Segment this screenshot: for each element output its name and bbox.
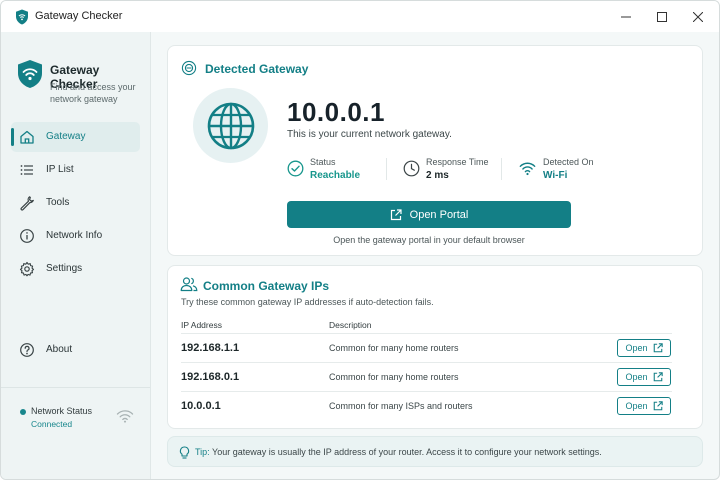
sidebar-item-network-info[interactable]: Network Info	[11, 221, 140, 251]
open-label: Open	[625, 343, 648, 353]
divider	[181, 391, 672, 392]
stat-label-status: Status	[310, 157, 336, 167]
tip-banner: Tip: Your gateway is usually the IP addr…	[167, 436, 703, 467]
tip-body: Your gateway is usually the IP address o…	[212, 447, 602, 457]
sidebar: Gateway Checker Find and access your net…	[1, 32, 151, 479]
close-button[interactable]	[678, 1, 718, 32]
gear-icon	[19, 261, 35, 277]
section-title: Common Gateway IPs	[203, 279, 330, 293]
portal-hint: Open the gateway portal in your default …	[333, 235, 525, 245]
stat-label-detected-on: Detected On	[543, 157, 594, 167]
stat-label-response: Response Time	[426, 157, 489, 167]
open-gateway-button[interactable]: Open	[617, 397, 671, 415]
table-cell-ip: 192.168.1.1	[181, 342, 240, 354]
title-bar: Gateway Checker	[1, 1, 719, 32]
list-icon	[20, 165, 33, 175]
divider	[386, 158, 387, 180]
sidebar-item-label: Gateway	[46, 131, 86, 142]
open-portal-button[interactable]: Open Portal	[287, 201, 571, 228]
external-link-icon	[653, 372, 663, 382]
table-cell-description: Common for many home routers	[329, 372, 459, 382]
network-status-title: Network Status	[31, 406, 93, 416]
table-cell-ip: 192.168.0.1	[181, 371, 240, 383]
gateway-description: This is your current network gateway.	[287, 129, 452, 140]
sidebar-item-label: About	[46, 344, 73, 355]
tip-text: Tip: Your gateway is usually the IP addr…	[195, 447, 602, 457]
app-tagline: Find and access your network gateway	[50, 82, 136, 104]
divider	[181, 333, 672, 334]
lightbulb-icon	[179, 446, 190, 459]
sidebar-item-label: Network Info	[46, 230, 103, 241]
sidebar-item-label: Settings	[46, 263, 83, 274]
stat-value-response: 2 ms	[426, 170, 449, 181]
clock-icon	[403, 160, 420, 177]
app-window: Gateway Checker Gateway Checker Find and…	[0, 0, 720, 480]
users-icon	[180, 277, 198, 292]
divider	[501, 158, 502, 180]
sidebar-item-about[interactable]: About	[11, 335, 140, 365]
column-header-ip: IP Address	[181, 320, 222, 330]
shield-wifi-icon	[18, 60, 42, 88]
sidebar-item-settings[interactable]: Settings	[11, 254, 140, 284]
sidebar-item-tools[interactable]: Tools	[11, 188, 140, 218]
window-title: Gateway Checker	[35, 10, 123, 22]
divider	[181, 362, 672, 363]
table-cell-description: Common for many ISPs and routers	[329, 401, 473, 411]
network-status-value: Connected	[31, 419, 73, 429]
section-title: Detected Gateway	[205, 62, 309, 76]
detected-gateway-card: Detected Gateway 10.0.0.1 This is your c…	[167, 45, 703, 256]
sidebar-item-label: IP List	[46, 164, 74, 175]
maximize-icon	[657, 11, 667, 22]
open-gateway-button[interactable]: Open	[617, 368, 671, 386]
table-cell-description: Common for many home routers	[329, 343, 459, 353]
close-icon	[693, 11, 703, 22]
sidebar-item-ip-list[interactable]: IP List	[11, 155, 140, 185]
stat-value-status: Reachable	[310, 170, 361, 181]
wifi-icon	[116, 410, 134, 423]
home-icon	[20, 130, 34, 144]
external-link-icon	[653, 343, 663, 353]
minimize-icon	[621, 16, 631, 17]
external-link-icon	[390, 208, 402, 220]
shield-wifi-icon	[16, 9, 28, 25]
check-circle-icon	[287, 160, 304, 177]
info-icon	[20, 229, 34, 243]
globe-icon	[207, 102, 254, 149]
tip-label: Tip:	[195, 447, 210, 457]
common-gateways-card: Common Gateway IPs Try these common gate…	[167, 265, 703, 429]
open-label: Open	[625, 372, 648, 382]
maximize-button[interactable]	[642, 1, 682, 32]
sidebar-item-label: Tools	[46, 197, 70, 208]
wrench-icon	[20, 196, 34, 211]
status-dot	[20, 409, 26, 415]
stat-value-detected-on: Wi-Fi	[543, 170, 568, 181]
section-subtitle: Try these common gateway IP addresses if…	[181, 297, 434, 307]
external-link-icon	[653, 401, 663, 411]
open-gateway-button[interactable]: Open	[617, 339, 671, 357]
column-header-description: Description	[329, 320, 372, 330]
wifi-icon	[519, 162, 536, 176]
table-cell-ip: 10.0.0.1	[181, 400, 221, 412]
sidebar-item-gateway[interactable]: Gateway	[11, 122, 140, 152]
open-portal-label: Open Portal	[409, 208, 469, 221]
help-icon	[20, 343, 34, 357]
gateway-ip: 10.0.0.1	[287, 97, 385, 127]
minimize-button[interactable]	[606, 1, 646, 32]
divider	[1, 387, 150, 388]
open-label: Open	[625, 401, 648, 411]
gateway-target-icon	[181, 60, 197, 76]
globe-badge	[193, 88, 268, 163]
